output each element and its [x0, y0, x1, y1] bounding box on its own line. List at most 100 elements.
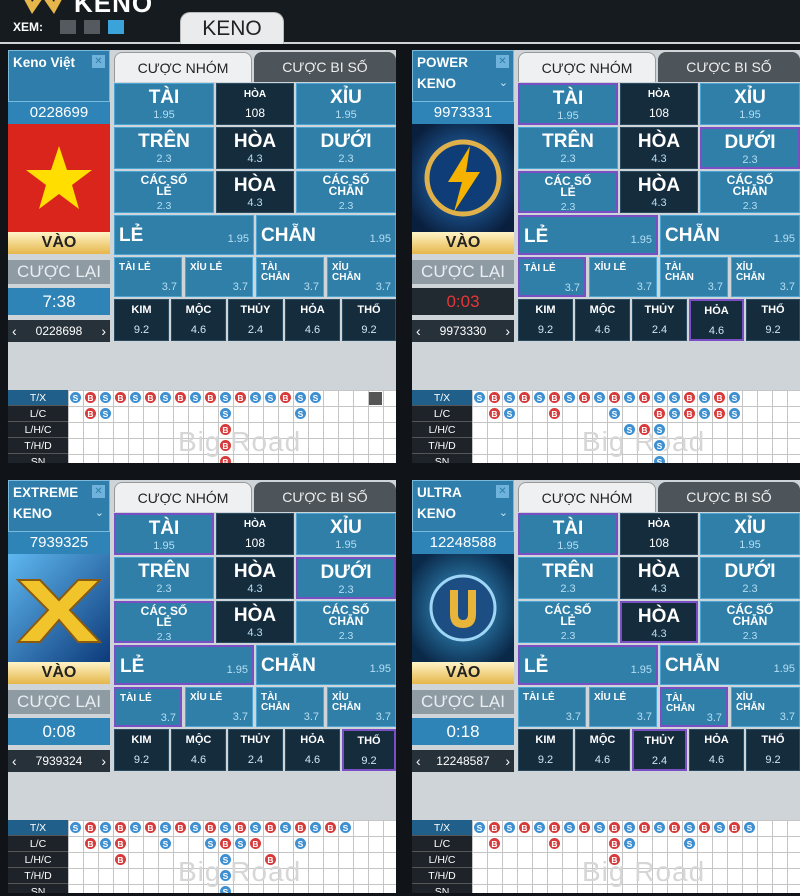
enter-button[interactable]: VÀO — [412, 232, 514, 254]
road-label[interactable]: L/H/C — [412, 852, 472, 868]
bet-kim[interactable]: KIM 9.2 — [518, 299, 573, 341]
road-label[interactable]: SN — [8, 454, 68, 463]
bet-tren[interactable]: TRÊN 2.3 — [114, 557, 214, 599]
tab-keno[interactable]: KENO — [180, 12, 284, 44]
tab-number-bet[interactable]: CƯỢC BI SỐ — [658, 52, 800, 82]
bet-kim[interactable]: KIM 9.2 — [114, 729, 169, 771]
bet-xiu-chan[interactable]: XỈU CHẴN 3.7 — [731, 687, 800, 727]
chevron-right-icon[interactable]: › — [505, 320, 510, 342]
bet-xiu[interactable]: XỈU 1.95 — [296, 513, 396, 555]
game-selector[interactable]: Keno Việt ✕ — [8, 50, 110, 102]
road-label[interactable]: T/X — [8, 820, 68, 836]
tab-number-bet[interactable]: CƯỢC BI SỐ — [254, 482, 396, 512]
tab-group-bet[interactable]: CƯỢC NHÓM — [518, 482, 656, 512]
close-icon[interactable]: ✕ — [496, 485, 509, 498]
rebet-button[interactable]: CƯỢC LẠI — [412, 690, 514, 714]
bet-thuy[interactable]: THỦY 2.4 — [632, 729, 687, 771]
bet-tai-le[interactable]: TÀI LẺ 3.7 — [114, 687, 182, 727]
view-double-icon[interactable] — [84, 20, 100, 34]
bet-tren[interactable]: TRÊN 2.3 — [518, 127, 618, 169]
bet-xiu-le[interactable]: XỈU LẺ 3.7 — [589, 687, 657, 727]
chevron-down-icon[interactable]: ⌄ — [499, 76, 508, 89]
chevron-left-icon[interactable]: ‹ — [12, 750, 17, 772]
bet-duoi[interactable]: DƯỚI 2.3 — [296, 557, 396, 599]
game-selector[interactable]: POWER KENO ✕ ⌄ — [412, 50, 514, 102]
bet-tai[interactable]: TÀI 1.95 — [114, 83, 214, 125]
bet-hoa-low[interactable]: HÒA 4.3 — [620, 171, 698, 213]
bet-cac-so-chan[interactable]: CÁC SỐ CHẴN 2.3 — [296, 601, 396, 643]
road-label[interactable]: SN — [412, 884, 472, 893]
previous-draw[interactable]: ‹ 12248587 › — [412, 750, 514, 772]
road-label[interactable]: T/H/D — [412, 438, 472, 454]
bet-xiu[interactable]: XỈU 1.95 — [700, 83, 800, 125]
bet-tai-chan[interactable]: TÀI CHẴN 3.7 — [660, 687, 728, 727]
bet-hoa-small[interactable]: HÒA 108 — [620, 83, 698, 125]
bet-hoa-low[interactable]: HÒA 4.3 — [216, 171, 294, 213]
chevron-left-icon[interactable]: ‹ — [12, 320, 17, 342]
road-label[interactable]: T/H/D — [8, 438, 68, 454]
bet-hoa5[interactable]: HỎA 4.6 — [285, 729, 340, 771]
bet-hoa5[interactable]: HỎA 4.6 — [689, 729, 744, 771]
bet-hoa-low[interactable]: HÒA 4.3 — [216, 601, 294, 643]
view-single-icon[interactable] — [60, 20, 76, 34]
close-icon[interactable]: ✕ — [92, 485, 105, 498]
road-label[interactable]: L/H/C — [412, 422, 472, 438]
game-selector[interactable]: EXTREME KENO ✕ ⌄ — [8, 480, 110, 532]
bet-tai-chan[interactable]: TÀI CHẴN 3.7 — [256, 257, 324, 297]
road-label[interactable]: L/C — [412, 406, 472, 422]
bet-tren[interactable]: TRÊN 2.3 — [518, 557, 618, 599]
road-label[interactable]: L/C — [8, 836, 68, 852]
chevron-right-icon[interactable]: › — [101, 750, 106, 772]
bet-cac-so-le[interactable]: CÁC SỐ LẺ 2.3 — [518, 171, 618, 213]
bet-kim[interactable]: KIM 9.2 — [114, 299, 169, 341]
bet-le[interactable]: LẺ 1.95 — [518, 215, 658, 255]
bet-xiu[interactable]: XỈU 1.95 — [296, 83, 396, 125]
bet-moc[interactable]: MỘC 4.6 — [171, 299, 226, 341]
chevron-right-icon[interactable]: › — [505, 750, 510, 772]
bet-cac-so-le[interactable]: CÁC SỐ LẺ 2.3 — [114, 171, 214, 213]
bet-le[interactable]: LẺ 1.95 — [518, 645, 658, 685]
road-label[interactable]: T/H/D — [412, 868, 472, 884]
previous-draw[interactable]: ‹ 7939324 › — [8, 750, 110, 772]
bet-moc[interactable]: MỘC 4.6 — [171, 729, 226, 771]
tab-group-bet[interactable]: CƯỢC NHÓM — [114, 52, 252, 82]
bet-xiu-chan[interactable]: XỈU CHẴN 3.7 — [327, 257, 396, 297]
bet-thuy[interactable]: THỦY 2.4 — [228, 299, 283, 341]
bet-cac-so-chan[interactable]: CÁC SỐ CHẴN 2.3 — [700, 171, 800, 213]
bet-tai-le[interactable]: TÀI LẺ 3.7 — [518, 687, 586, 727]
chevron-right-icon[interactable]: › — [101, 320, 106, 342]
chevron-down-icon[interactable]: ⌄ — [499, 506, 508, 519]
road-label[interactable]: T/H/D — [8, 868, 68, 884]
bet-le[interactable]: LẺ 1.95 — [114, 215, 254, 255]
bet-le[interactable]: LẺ 1.95 — [114, 645, 254, 685]
bet-tai-chan[interactable]: TÀI CHẴN 3.7 — [256, 687, 324, 727]
bet-cac-so-chan[interactable]: CÁC SỐ CHẴN 2.3 — [296, 171, 396, 213]
bet-xiu-le[interactable]: XỈU LẺ 3.7 — [185, 257, 253, 297]
rebet-button[interactable]: CƯỢC LẠI — [412, 260, 514, 284]
bet-hoa-low[interactable]: HÒA 4.3 — [620, 601, 698, 643]
bet-tho[interactable]: THỔ 9.2 — [746, 299, 800, 341]
bet-duoi[interactable]: DƯỚI 2.3 — [700, 127, 800, 169]
bet-tho[interactable]: THỔ 9.2 — [342, 729, 396, 771]
enter-button[interactable]: VÀO — [8, 662, 110, 684]
tab-group-bet[interactable]: CƯỢC NHÓM — [518, 52, 656, 82]
road-label[interactable]: L/H/C — [8, 422, 68, 438]
bet-chan[interactable]: CHẴN 1.95 — [256, 645, 396, 685]
bet-kim[interactable]: KIM 9.2 — [518, 729, 573, 771]
bet-cac-so-le[interactable]: CÁC SỐ LẺ 2.3 — [114, 601, 214, 643]
road-label[interactable]: T/X — [8, 390, 68, 406]
bet-duoi[interactable]: DƯỚI 2.3 — [296, 127, 396, 169]
bet-hoa-small[interactable]: HÒA 108 — [216, 83, 294, 125]
enter-button[interactable]: VÀO — [412, 662, 514, 684]
chevron-left-icon[interactable]: ‹ — [416, 750, 421, 772]
chevron-down-icon[interactable]: ⌄ — [95, 506, 104, 519]
chevron-left-icon[interactable]: ‹ — [416, 320, 421, 342]
bet-thuy[interactable]: THỦY 2.4 — [228, 729, 283, 771]
road-label[interactable]: L/C — [412, 836, 472, 852]
bet-moc[interactable]: MỘC 4.6 — [575, 299, 630, 341]
bet-tren[interactable]: TRÊN 2.3 — [114, 127, 214, 169]
close-icon[interactable]: ✕ — [496, 55, 509, 68]
bet-hoa-small[interactable]: HÒA 108 — [216, 513, 294, 555]
bet-hoa-small[interactable]: HÒA 108 — [620, 513, 698, 555]
game-selector[interactable]: ULTRA KENO ✕ ⌄ — [412, 480, 514, 532]
